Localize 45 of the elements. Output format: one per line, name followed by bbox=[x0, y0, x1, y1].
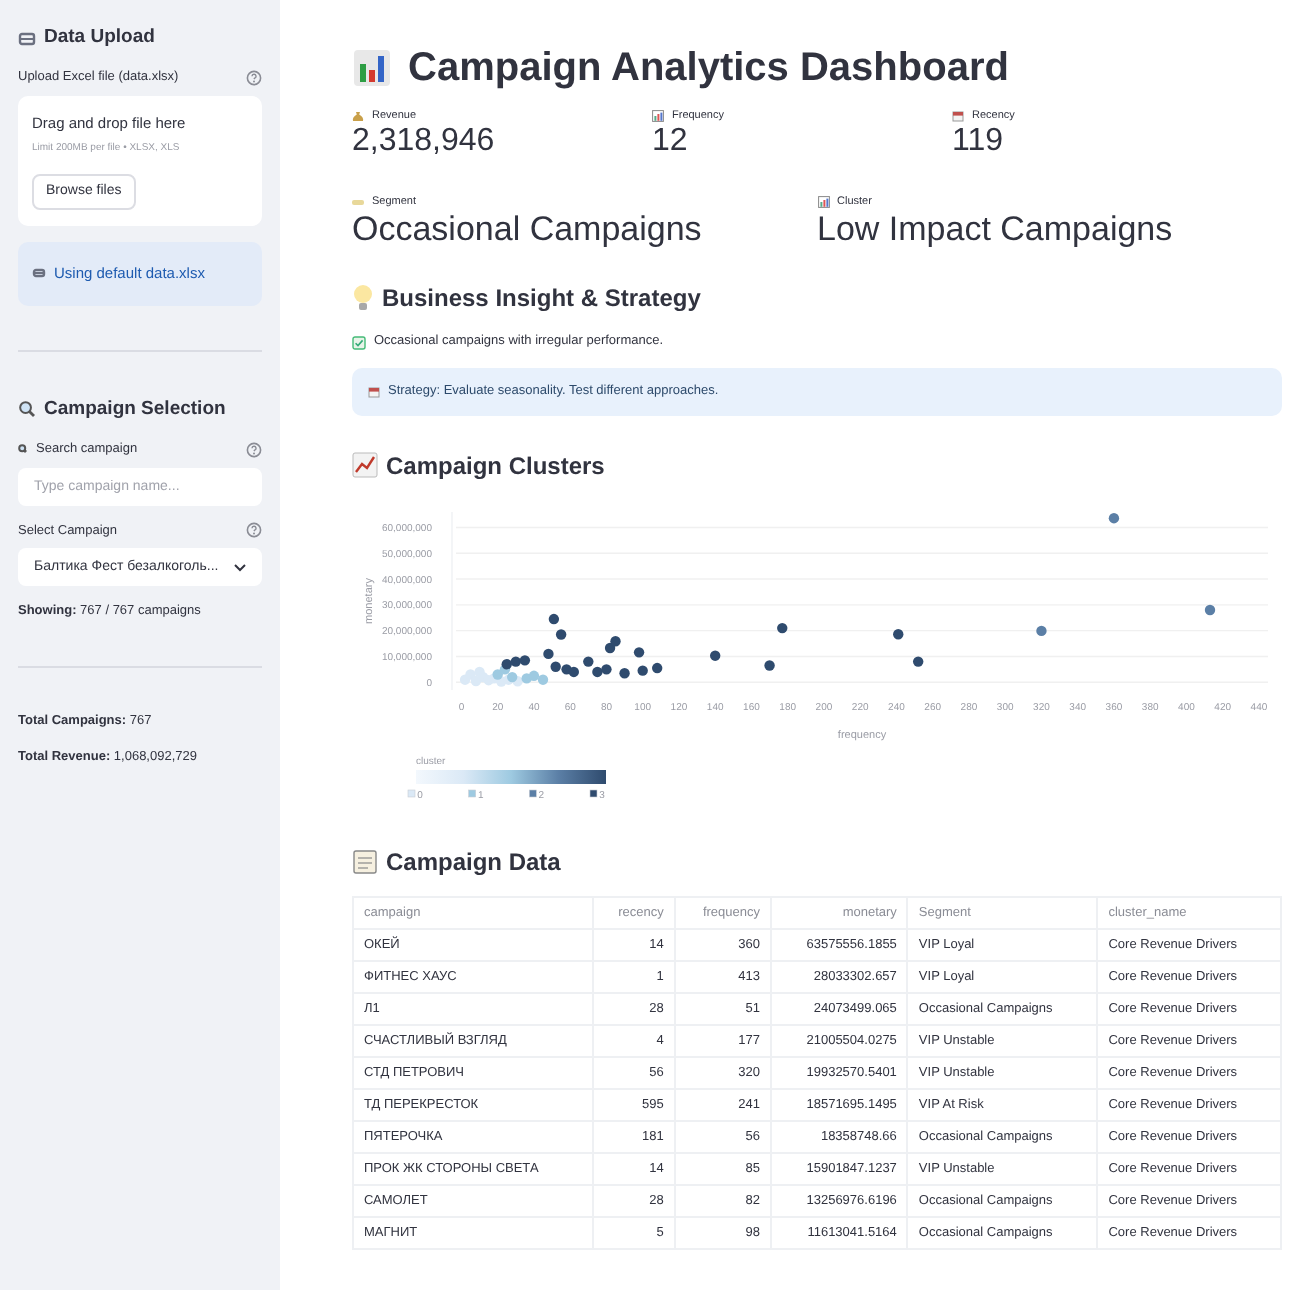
search-icon bbox=[18, 400, 36, 419]
help-icon bbox=[246, 522, 262, 539]
data-point bbox=[1108, 512, 1120, 524]
money-bag-icon bbox=[352, 110, 364, 123]
bar-chart-icon bbox=[817, 195, 829, 208]
clipboard-icon bbox=[352, 848, 378, 875]
metric-value: 2,318,946 bbox=[352, 124, 497, 162]
data-point bbox=[893, 628, 904, 640]
section-heading: Campaign Selection bbox=[44, 395, 226, 423]
help-icon bbox=[246, 441, 262, 458]
data-point bbox=[764, 660, 775, 671]
checkbox-icon bbox=[352, 335, 366, 350]
page-title: Campaign Analytics Dashboard bbox=[408, 44, 1009, 92]
help-icon bbox=[246, 70, 262, 87]
bar-chart-icon bbox=[652, 110, 664, 123]
caret-icon bbox=[234, 563, 246, 572]
data-point bbox=[1204, 604, 1216, 616]
section-heading: Campaign Clusters bbox=[386, 449, 605, 484]
calendar-icon bbox=[368, 386, 380, 399]
data-point bbox=[652, 662, 663, 674]
legend-swatch bbox=[589, 789, 598, 798]
data-point bbox=[777, 622, 788, 634]
calendar-icon bbox=[952, 110, 964, 123]
data-point bbox=[633, 647, 645, 658]
metric-value: Occasional Campaigns bbox=[352, 209, 704, 249]
legend-swatch bbox=[529, 789, 537, 798]
line-chart-icon bbox=[352, 452, 378, 479]
data-point bbox=[710, 650, 721, 661]
section-heading: Campaign Data bbox=[386, 845, 561, 880]
search-icon bbox=[18, 444, 28, 455]
data-point bbox=[913, 656, 924, 667]
metric-value: Low Impact Campaigns bbox=[817, 209, 1175, 249]
legend-swatch bbox=[468, 789, 476, 798]
data-point bbox=[637, 665, 648, 676]
legend-swatch bbox=[407, 789, 416, 798]
metric-value: 12 bbox=[652, 124, 690, 162]
metric-value: 119 bbox=[952, 124, 1006, 162]
section-heading: Data Upload bbox=[44, 24, 155, 52]
data-point bbox=[1036, 625, 1047, 636]
data-point bbox=[619, 667, 630, 679]
data-point bbox=[555, 629, 567, 640]
data-point bbox=[548, 613, 560, 625]
bar-chart-icon bbox=[352, 48, 392, 88]
lightbulb-icon bbox=[352, 284, 374, 313]
section-heading: Business Insight & Strategy bbox=[382, 282, 701, 317]
